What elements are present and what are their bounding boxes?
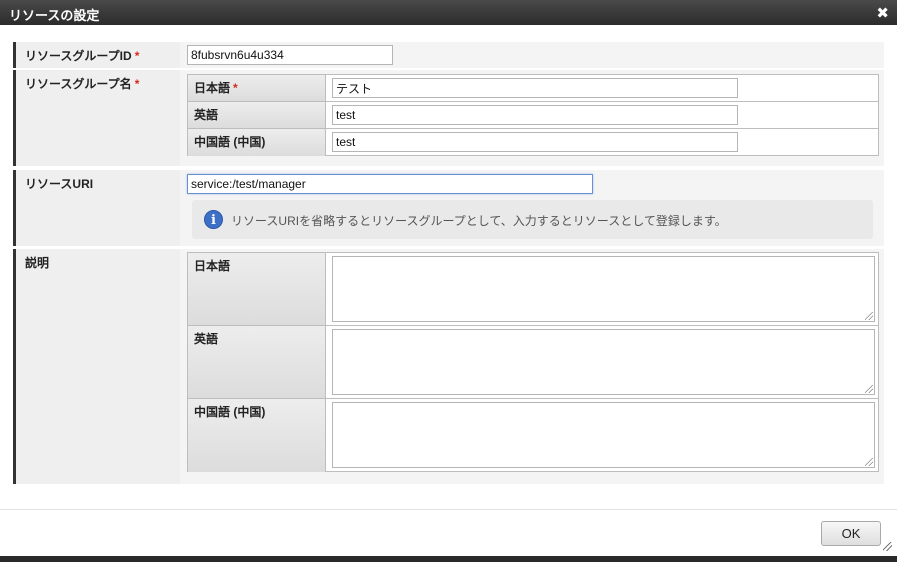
description-en-textarea[interactable] [332,329,875,395]
lang-row-en: 英語 [188,102,878,129]
footer-divider [0,509,897,510]
dialog-titlebar: リソースの設定 ✖ [0,0,897,25]
lang-row-ja: 日本語 [188,253,878,326]
lang-label: 日本語 [194,81,231,95]
lang-row-zh: 中国語 (中国) [188,399,878,472]
uri-info-message: リソースURIを省略するとリソースグループとして、入力するとリソースとして登録し… [231,214,727,228]
resize-handle[interactable] [865,312,873,320]
info-icon: i [204,210,223,229]
group-name-section: リソースグループ名* 日本語* 英語 中国語 (中国) [13,70,884,166]
lang-label: 英語 [194,108,219,122]
lang-label: 中国語 (中国) [194,135,266,149]
description-zh-textarea[interactable] [332,402,875,468]
required-mark: * [134,49,140,63]
required-mark: * [134,77,140,91]
ok-button[interactable]: OK [821,521,881,546]
bottom-bar [0,556,897,562]
uri-label: リソースURI [13,170,180,246]
group-name-content: 日本語* 英語 中国語 (中国) [180,70,884,166]
lang-label: 英語 [194,332,219,346]
uri-content: i リソースURIを省略するとリソースグループとして、入力するとリソースとして登… [180,170,884,246]
required-mark: * [233,81,238,95]
lang-label: 日本語 [194,259,231,273]
lang-label: 中国語 (中国) [194,405,266,419]
group-id-input[interactable] [187,45,393,65]
resize-handle[interactable] [865,458,873,466]
close-icon[interactable]: ✖ [876,4,889,22]
dialog-title: リソースの設定 [9,8,100,23]
group-id-content [180,42,884,68]
group-name-en-input[interactable] [332,105,738,125]
group-id-section: リソースグループID * [13,42,884,68]
group-name-ja-input[interactable] [332,78,738,98]
group-name-zh-input[interactable] [332,132,738,152]
uri-input[interactable] [187,174,593,194]
lang-row-zh: 中国語 (中国) [188,129,878,156]
uri-section: リソースURI i リソースURIを省略するとリソースグループとして、入力すると… [13,170,884,246]
description-label: 説明 [13,249,180,484]
dialog-resize-icon[interactable] [883,542,892,551]
lang-row-ja: 日本語 * [188,75,878,102]
resize-handle[interactable] [865,385,873,393]
lang-row-en: 英語 [188,326,878,399]
group-name-label: リソースグループ名 * [13,70,180,166]
description-ja-textarea[interactable] [332,256,875,322]
group-id-label: リソースグループID * [13,42,180,68]
uri-info-box: i リソースURIを省略するとリソースグループとして、入力するとリソースとして登… [192,200,873,239]
description-content: 日本語 英語 中国語 (中国) [180,249,884,484]
description-section: 説明 日本語 英語 中国語 (中国) [13,249,884,484]
group-name-lang-table: 日本語* 英語 中国語 (中国) [187,74,879,156]
description-lang-table: 日本語 英語 中国語 (中国) [187,252,879,472]
